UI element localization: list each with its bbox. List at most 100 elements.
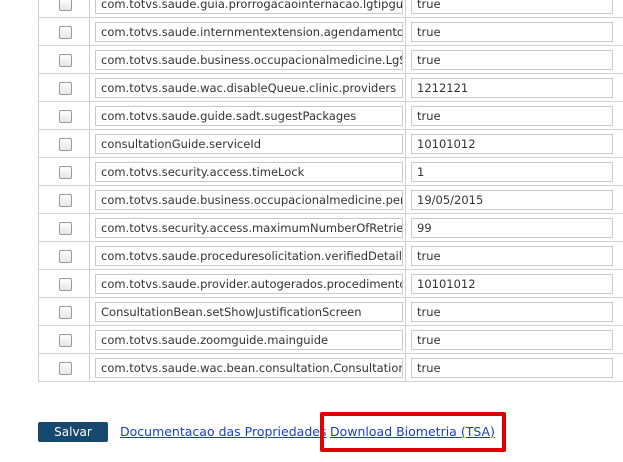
property-value-input[interactable]: 10101012 bbox=[411, 273, 613, 294]
property-value-input[interactable]: true bbox=[411, 0, 613, 14]
property-key-input[interactable]: com.totvs.saude.guia.prorrogacaointernac… bbox=[95, 0, 403, 14]
select-cell bbox=[38, 101, 90, 130]
row-checkbox[interactable] bbox=[58, 0, 72, 11]
row-checkbox[interactable] bbox=[58, 306, 72, 319]
property-row: consultationGuide.serviceId 10101012 bbox=[38, 129, 623, 158]
property-value-input[interactable]: true bbox=[411, 329, 613, 350]
property-row: com.totvs.security.access.maximumNumberO… bbox=[38, 213, 623, 242]
property-row: com.totvs.saude.internmentextension.agen… bbox=[38, 17, 623, 46]
property-value-input[interactable]: 19/05/2015 bbox=[411, 189, 613, 210]
key-cell: com.totvs.saude.guide.sadt.sugestPackage… bbox=[89, 101, 406, 130]
property-key-input[interactable]: com.totvs.saude.wac.bean.consultation.Co… bbox=[95, 357, 403, 378]
property-row: com.totvs.security.access.timeLock 1 bbox=[38, 157, 623, 186]
row-checkbox[interactable] bbox=[58, 222, 72, 235]
property-row: com.totvs.saude.wac.disableQueue.clinic.… bbox=[38, 73, 623, 102]
row-checkbox[interactable] bbox=[58, 278, 72, 291]
property-key-input[interactable]: com.totvs.saude.wac.disableQueue.clinic.… bbox=[95, 77, 403, 98]
select-cell bbox=[38, 45, 90, 74]
property-value-input[interactable]: 1212121 bbox=[411, 77, 613, 98]
value-cell: 10101012 bbox=[405, 129, 623, 158]
property-value-input[interactable]: true bbox=[411, 105, 613, 126]
value-cell: true bbox=[405, 297, 623, 326]
row-checkbox[interactable] bbox=[58, 250, 72, 263]
select-cell bbox=[38, 17, 90, 46]
select-cell bbox=[38, 0, 90, 18]
property-row: com.totvs.saude.business.occupacionalmed… bbox=[38, 185, 623, 214]
property-key-input[interactable]: com.totvs.security.access.timeLock bbox=[95, 161, 403, 182]
property-key-input[interactable]: com.totvs.saude.guide.sadt.sugestPackage… bbox=[95, 105, 403, 126]
property-row: com.totvs.saude.provider.autogerados.pro… bbox=[38, 269, 623, 298]
key-cell: com.totvs.saude.wac.bean.consultation.Co… bbox=[89, 353, 406, 382]
row-checkbox[interactable] bbox=[58, 194, 72, 207]
property-key-input[interactable]: com.totvs.saude.internmentextension.agen… bbox=[95, 21, 403, 42]
row-checkbox[interactable] bbox=[58, 82, 72, 95]
key-cell: com.totvs.saude.wac.disableQueue.clinic.… bbox=[89, 73, 406, 102]
key-cell: com.totvs.security.access.timeLock bbox=[89, 157, 406, 186]
property-key-input[interactable]: com.totvs.saude.business.occupacionalmed… bbox=[95, 49, 403, 70]
row-checkbox[interactable] bbox=[58, 334, 72, 347]
value-cell: true bbox=[405, 17, 623, 46]
property-row: com.totvs.saude.business.occupacionalmed… bbox=[38, 45, 623, 74]
property-value-input[interactable]: true bbox=[411, 301, 613, 322]
value-cell: true bbox=[405, 101, 623, 130]
property-key-input[interactable]: com.totvs.security.access.maximumNumberO… bbox=[95, 217, 403, 238]
properties-table: com.totvs.saude.guia.prorrogacaointernac… bbox=[38, 0, 623, 382]
select-cell bbox=[38, 269, 90, 298]
value-cell: true bbox=[405, 353, 623, 382]
value-cell: 19/05/2015 bbox=[405, 185, 623, 214]
select-cell bbox=[38, 185, 90, 214]
property-value-input[interactable]: true bbox=[411, 245, 613, 266]
key-cell: com.totvs.security.access.maximumNumberO… bbox=[89, 213, 406, 242]
property-row: com.totvs.saude.guia.prorrogacaointernac… bbox=[38, 0, 623, 18]
property-row: ConsultationBean.setShowJustificationScr… bbox=[38, 297, 623, 326]
property-value-input[interactable]: true bbox=[411, 357, 613, 378]
select-cell bbox=[38, 353, 90, 382]
select-cell bbox=[38, 213, 90, 242]
value-cell: 99 bbox=[405, 213, 623, 242]
property-key-input[interactable]: com.totvs.saude.zoomguide.mainguide bbox=[95, 329, 403, 350]
row-checkbox[interactable] bbox=[58, 362, 72, 375]
select-cell bbox=[38, 325, 90, 354]
row-checkbox[interactable] bbox=[58, 26, 72, 39]
properties-documentation-link[interactable]: Documentacao das Propriedades bbox=[120, 424, 326, 439]
key-cell: com.totvs.saude.zoomguide.mainguide bbox=[89, 325, 406, 354]
property-row: com.totvs.saude.wac.bean.consultation.Co… bbox=[38, 353, 623, 382]
select-cell bbox=[38, 129, 90, 158]
property-value-input[interactable]: 1 bbox=[411, 161, 613, 182]
value-cell: 1 bbox=[405, 157, 623, 186]
value-cell: true bbox=[405, 45, 623, 74]
key-cell: ConsultationBean.setShowJustificationScr… bbox=[89, 297, 406, 326]
value-cell: true bbox=[405, 241, 623, 270]
property-value-input[interactable]: true bbox=[411, 49, 613, 70]
key-cell: com.totvs.saude.business.occupacionalmed… bbox=[89, 45, 406, 74]
key-cell: com.totvs.saude.provider.autogerados.pro… bbox=[89, 269, 406, 298]
property-key-input[interactable]: com.totvs.saude.proceduresolicitation.ve… bbox=[95, 245, 403, 266]
select-cell bbox=[38, 157, 90, 186]
property-row: com.totvs.saude.zoomguide.mainguide true bbox=[38, 325, 623, 354]
select-cell bbox=[38, 297, 90, 326]
select-cell bbox=[38, 73, 90, 102]
property-key-input[interactable]: ConsultationBean.setShowJustificationScr… bbox=[95, 301, 403, 322]
property-row: com.totvs.saude.guide.sadt.sugestPackage… bbox=[38, 101, 623, 130]
key-cell: com.totvs.saude.internmentextension.agen… bbox=[89, 17, 406, 46]
key-cell: com.totvs.saude.proceduresolicitation.ve… bbox=[89, 241, 406, 270]
row-checkbox[interactable] bbox=[58, 54, 72, 67]
key-cell: consultationGuide.serviceId bbox=[89, 129, 406, 158]
value-cell: 1212121 bbox=[405, 73, 623, 102]
value-cell: 10101012 bbox=[405, 269, 623, 298]
property-value-input[interactable]: true bbox=[411, 21, 613, 42]
value-cell: true bbox=[405, 0, 623, 18]
key-cell: com.totvs.saude.guia.prorrogacaointernac… bbox=[89, 0, 406, 18]
row-checkbox[interactable] bbox=[58, 110, 72, 123]
property-value-input[interactable]: 99 bbox=[411, 217, 613, 238]
download-biometry-link[interactable]: Download Biometria (TSA) bbox=[330, 424, 495, 439]
row-checkbox[interactable] bbox=[58, 138, 72, 151]
property-key-input[interactable]: com.totvs.saude.provider.autogerados.pro… bbox=[95, 273, 403, 294]
key-cell: com.totvs.saude.business.occupacionalmed… bbox=[89, 185, 406, 214]
save-button[interactable]: Salvar bbox=[38, 422, 108, 442]
property-key-input[interactable]: consultationGuide.serviceId bbox=[95, 133, 403, 154]
property-value-input[interactable]: 10101012 bbox=[411, 133, 613, 154]
property-key-input[interactable]: com.totvs.saude.business.occupacionalmed… bbox=[95, 189, 403, 210]
row-checkbox[interactable] bbox=[58, 166, 72, 179]
value-cell: true bbox=[405, 325, 623, 354]
